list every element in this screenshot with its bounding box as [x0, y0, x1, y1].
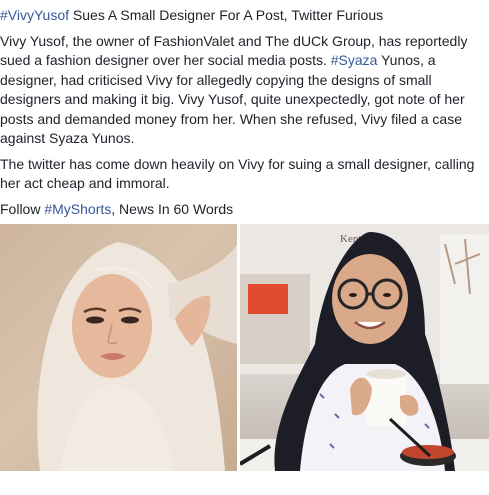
- woman-in-hijab-portrait-icon: [37, 242, 237, 471]
- post-follow-line: Follow #MyShorts, News In 60 Words: [0, 200, 481, 220]
- photo-syaza-yunos[interactable]: Kentai: [240, 224, 489, 471]
- post-headline: #VivyYusof Sues A Small Designer For A P…: [0, 6, 481, 26]
- headline-text: Sues A Small Designer For A Post, Twitte…: [69, 7, 384, 23]
- hashtag-syaza[interactable]: #Syaza: [331, 52, 378, 68]
- post-paragraph-1: Vivy Yusof, the owner of FashionValet an…: [0, 32, 481, 149]
- post-paragraph-2: The twitter has come down heavily on Viv…: [0, 155, 475, 192]
- woman-in-hijab-with-cup-icon: Kentai: [240, 224, 489, 471]
- follow-suffix-text: , News In 60 Words: [111, 200, 234, 217]
- hashtag-vivyyusof[interactable]: #VivyYusof: [0, 7, 69, 23]
- hashtag-myshorts[interactable]: #MyShorts: [44, 201, 111, 217]
- follow-text: Follow: [0, 200, 45, 217]
- post-photos: Kentai: [0, 224, 489, 471]
- photo-vivy-yusof[interactable]: [0, 224, 237, 471]
- post-text: #VivyYusof Sues A Small Designer For A P…: [0, 0, 489, 225]
